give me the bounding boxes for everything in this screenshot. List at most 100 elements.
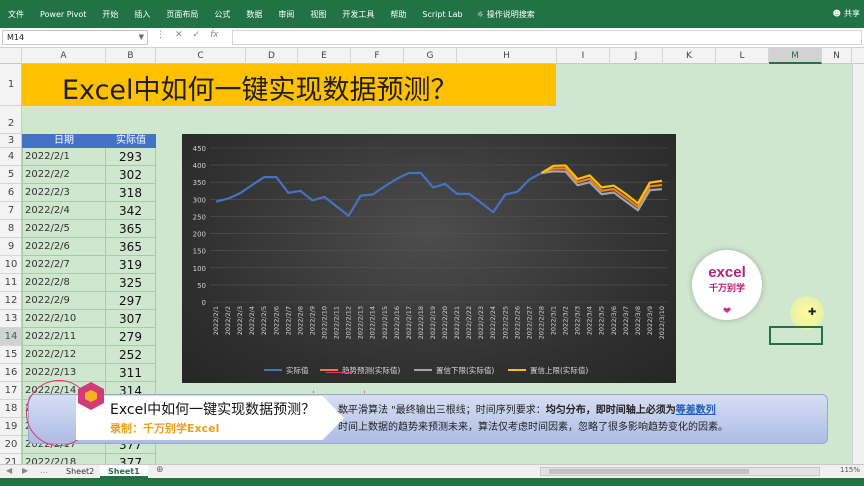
table-cell-value[interactable]: 377: [106, 454, 156, 464]
column-header[interactable]: I: [557, 48, 610, 64]
ribbon-tab-insert[interactable]: 插入: [126, 9, 158, 20]
table-cell-date[interactable]: 2022/2/8: [22, 274, 106, 292]
column-header[interactable]: E: [298, 48, 351, 64]
row-header[interactable]: 13: [0, 310, 21, 328]
row-header[interactable]: 7: [0, 202, 21, 220]
row-header[interactable]: 9: [0, 238, 21, 256]
ribbon-tab-view[interactable]: 视图: [302, 9, 334, 20]
row-header[interactable]: 3: [0, 134, 21, 148]
prev-sheet-icon[interactable]: ◀: [6, 466, 12, 475]
ribbon-tab-power-pivot[interactable]: Power Pivot: [32, 10, 94, 19]
column-header[interactable]: N: [822, 48, 852, 64]
ribbon-tab-help[interactable]: 帮助: [382, 9, 414, 20]
table-cell-date[interactable]: 2022/2/9: [22, 292, 106, 310]
table-cell-value[interactable]: 293: [106, 148, 156, 166]
table-cell-date[interactable]: 2022/2/6: [22, 238, 106, 256]
column-header[interactable]: B: [106, 48, 156, 64]
row-header[interactable]: 1: [0, 64, 21, 106]
ribbon-tab-review[interactable]: 审阅: [270, 9, 302, 20]
row-header[interactable]: 10: [0, 256, 21, 274]
row-header[interactable]: 17: [0, 382, 21, 400]
chevron-down-icon[interactable]: ▼: [139, 31, 144, 44]
add-sheet-icon[interactable]: ⊕: [156, 465, 164, 475]
row-header[interactable]: 5: [0, 166, 21, 184]
row-header[interactable]: 12: [0, 292, 21, 310]
row-header[interactable]: 4: [0, 148, 21, 166]
tell-me-search[interactable]: ☼ 操作说明搜索: [477, 9, 535, 20]
next-sheet-icon[interactable]: ▶: [22, 466, 28, 475]
table-cell-value[interactable]: 318: [106, 184, 156, 202]
sheet-tab-sheet2[interactable]: Sheet2: [58, 465, 102, 478]
ribbon-tab-developer[interactable]: 开发工具: [334, 9, 382, 20]
row-header[interactable]: 21: [0, 454, 21, 464]
row-header[interactable]: 8: [0, 220, 21, 238]
column-header[interactable]: F: [351, 48, 404, 64]
row-header[interactable]: 11: [0, 274, 21, 292]
zoom-level[interactable]: 115%: [840, 466, 860, 474]
ribbon-tab-home[interactable]: 开始: [94, 9, 126, 20]
column-header-selected[interactable]: M: [769, 48, 822, 64]
ribbon-tab-formulas[interactable]: 公式: [206, 9, 238, 20]
table-cell-value[interactable]: 252: [106, 346, 156, 364]
x-tick-label: 2022/3/7: [622, 306, 630, 335]
share-label: 共享: [844, 9, 860, 18]
sheet-tab-sheet1[interactable]: Sheet1: [100, 465, 148, 478]
column-header[interactable]: C: [156, 48, 246, 64]
column-header[interactable]: A: [22, 48, 106, 64]
row-header[interactable]: 2: [0, 106, 21, 134]
column-header[interactable]: H: [457, 48, 557, 64]
table-cell-date[interactable]: 2022/2/7: [22, 256, 106, 274]
column-header[interactable]: J: [610, 48, 663, 64]
ribbon-tab-script-lab[interactable]: Script Lab: [414, 10, 470, 19]
table-cell-date[interactable]: 2022/2/18: [22, 454, 106, 464]
active-cell-m14[interactable]: [769, 326, 823, 345]
function-icon[interactable]: fx: [210, 30, 219, 45]
ribbon-tab-data[interactable]: 数据: [238, 9, 270, 20]
table-header-value[interactable]: 实际值: [106, 134, 156, 148]
row-header[interactable]: 6: [0, 184, 21, 202]
row-header[interactable]: 16: [0, 364, 21, 382]
table-header-date[interactable]: 日期: [22, 134, 106, 148]
forecast-chart[interactable]: 0 50 100 150 200 250 300 350 400 450 2022/2/1 2022/…: [182, 134, 676, 383]
ribbon-tab-file[interactable]: 文件: [0, 9, 32, 20]
table-cell-value[interactable]: 311: [106, 364, 156, 382]
more-sheets-icon[interactable]: …: [40, 466, 48, 475]
table-cell-value[interactable]: 365: [106, 238, 156, 256]
column-header[interactable]: L: [716, 48, 769, 64]
table-cell-date[interactable]: 2022/2/11: [22, 328, 106, 346]
table-cell-date[interactable]: 2022/2/12: [22, 346, 106, 364]
formula-input[interactable]: [232, 30, 862, 45]
column-header[interactable]: D: [246, 48, 298, 64]
share-button[interactable]: ☻ 共享: [833, 8, 860, 19]
row-header[interactable]: 20: [0, 436, 21, 454]
column-header[interactable]: G: [404, 48, 457, 64]
table-cell-value[interactable]: 342: [106, 202, 156, 220]
vertical-scrollbar[interactable]: [852, 64, 864, 464]
row-header[interactable]: 15: [0, 346, 21, 364]
table-cell-date[interactable]: 2022/2/4: [22, 202, 106, 220]
name-box[interactable]: M14 ▼: [2, 30, 148, 45]
row-header-selected[interactable]: 14: [0, 328, 21, 346]
table-cell-date[interactable]: 2022/2/1: [22, 148, 106, 166]
table-cell-date[interactable]: 2022/2/3: [22, 184, 106, 202]
confirm-icon[interactable]: ✓: [193, 30, 201, 45]
row-header[interactable]: 18: [0, 400, 21, 418]
table-cell-value[interactable]: 365: [106, 220, 156, 238]
table-cell-date[interactable]: 2022/2/5: [22, 220, 106, 238]
table-cell-value[interactable]: 302: [106, 166, 156, 184]
ribbon-tab-page-layout[interactable]: 页面布局: [158, 9, 206, 20]
select-all-corner[interactable]: [0, 48, 22, 64]
table-cell-value[interactable]: 279: [106, 328, 156, 346]
horizontal-scrollbar[interactable]: [540, 467, 820, 476]
scroll-thumb[interactable]: [549, 469, 749, 474]
table-cell-value[interactable]: 297: [106, 292, 156, 310]
cancel-icon[interactable]: ✕: [175, 30, 183, 45]
table-cell-date[interactable]: 2022/2/13: [22, 364, 106, 382]
table-cell-value[interactable]: 307: [106, 310, 156, 328]
table-cell-date[interactable]: 2022/2/2: [22, 166, 106, 184]
column-header[interactable]: K: [663, 48, 716, 64]
row-header[interactable]: 19: [0, 418, 21, 436]
table-cell-date[interactable]: 2022/2/10: [22, 310, 106, 328]
table-cell-value[interactable]: 325: [106, 274, 156, 292]
table-cell-value[interactable]: 319: [106, 256, 156, 274]
